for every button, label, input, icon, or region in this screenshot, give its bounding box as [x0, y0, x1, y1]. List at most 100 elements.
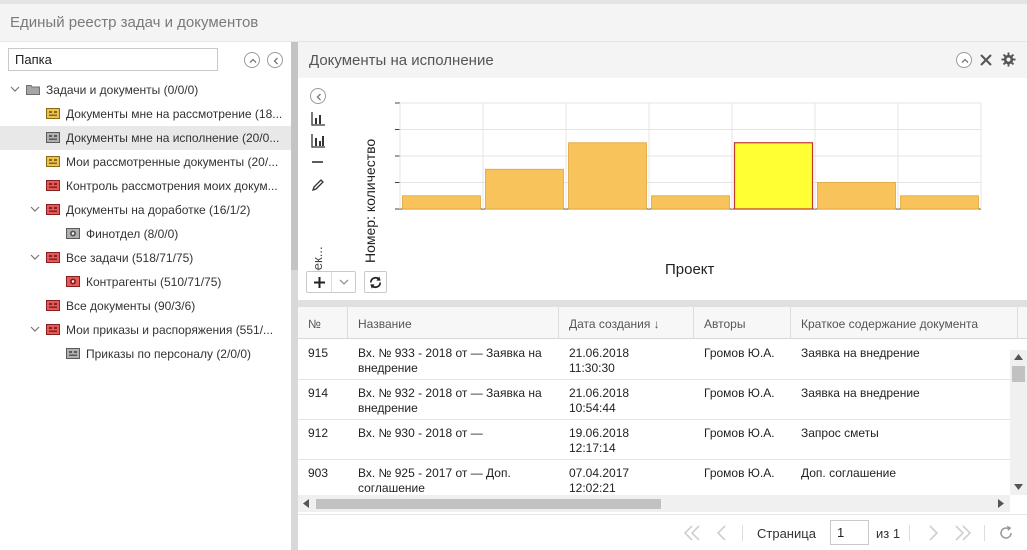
chart-bar[interactable] [651, 195, 730, 210]
tree-item-label: Документы мне на исполнение (20/0... [66, 131, 280, 145]
chevron-down-icon[interactable] [30, 204, 40, 214]
tree-item-label: Все документы (90/3/6) [66, 299, 196, 313]
collapse-left-button[interactable] [267, 52, 283, 68]
refresh-icon[interactable] [996, 523, 1016, 543]
chart-y-axis-label: Номер: количество [362, 138, 378, 263]
cell-summary: Запрос сметы [801, 426, 879, 440]
documents-panel: Документы на исполнение Номер: количеств… [298, 42, 1027, 550]
chart-bar[interactable] [900, 195, 979, 210]
grid-header: № Название Дата создания ↓ Авторы Кратко… [298, 307, 1027, 339]
collapse-up-button[interactable] [244, 52, 260, 68]
grid-horizontal-scrollbar[interactable] [298, 495, 1010, 512]
tree-item[interactable]: Контрагенты (510/71/75) [0, 270, 291, 294]
pager-divider [984, 525, 985, 541]
plus-icon [314, 277, 325, 288]
cell-date: 21.06.2018 11:30:30 [569, 346, 630, 375]
scroll-down-arrow-icon[interactable] [1014, 484, 1023, 490]
cell-name: Вх. № 925 - 2017 от — Доп. соглашение [358, 466, 511, 493]
tree-item[interactable]: Контроль рассмотрения моих докум... [0, 174, 291, 198]
pager-divider [909, 525, 910, 541]
gear-icon[interactable] [1001, 52, 1016, 67]
gray-folder-icon [26, 85, 40, 95]
button-divider [331, 272, 332, 292]
scroll-right-arrow-icon[interactable] [998, 499, 1004, 508]
tree-item-label: Приказы по персоналу (2/0/0) [86, 347, 251, 361]
column-header-date[interactable]: Дата создания ↓ [559, 307, 694, 339]
chart-bar[interactable] [485, 168, 564, 210]
chart-bar[interactable] [402, 195, 481, 210]
tree-item-label: Мои рассмотренные документы (20/... [66, 155, 279, 169]
tree-item[interactable]: Документы мне на рассмотрение (18... [0, 102, 291, 126]
tree-item[interactable]: Приказы по персоналу (2/0/0) [0, 342, 291, 366]
table-row[interactable]: 903 Вх. № 925 - 2017 от — Доп. соглашение… [298, 460, 1010, 493]
column-header-summary[interactable]: Краткое содержание документа [791, 307, 1018, 339]
folder-search-input[interactable] [8, 48, 218, 71]
grid-horizontal-scroll-thumb[interactable] [316, 499, 661, 509]
tree-item[interactable]: Все документы (90/3/6) [0, 294, 291, 318]
tree-item-label: Задачи и документы (0/0/0) [46, 83, 199, 97]
horizontal-splitter[interactable] [298, 300, 1027, 307]
tree-item[interactable]: Документы мне на исполнение (20/0... [0, 126, 291, 150]
pager-divider [742, 525, 743, 541]
tree-item-label: Все задачи (518/71/75) [66, 251, 194, 265]
chevron-down-icon[interactable] [30, 324, 40, 334]
page-count-label: из 1 [876, 526, 901, 541]
cell-date: 21.06.2018 10:54:44 [569, 386, 630, 415]
cell-author: Громов Ю.А. [704, 426, 775, 440]
page-number-input[interactable] [830, 520, 869, 545]
cell-summary: Доп. соглашение [801, 466, 897, 480]
next-page-icon[interactable] [923, 523, 943, 543]
chevron-up-icon [249, 58, 257, 63]
first-page-icon[interactable] [682, 523, 702, 543]
chevron-down-icon[interactable] [30, 252, 40, 262]
red-doc-icon [46, 180, 60, 191]
refresh-icon [369, 276, 382, 289]
app-title: Единый реестр задач и документов [10, 14, 259, 31]
panel-collapse-button[interactable] [956, 52, 972, 68]
tree-item[interactable]: Документы на доработке (16/1/2) [0, 198, 291, 222]
chart-bar[interactable] [817, 182, 896, 210]
close-icon[interactable] [979, 53, 993, 67]
tree-item-label: Документы на доработке (16/1/2) [66, 203, 251, 217]
grid-vertical-scroll-thumb[interactable] [1012, 366, 1025, 382]
tree-item-label: Контроль рассмотрения моих докум... [66, 179, 278, 193]
prev-page-icon[interactable] [712, 523, 732, 543]
cell-date: 19.06.2018 12:17:14 [569, 426, 630, 455]
chart-bar[interactable] [568, 142, 647, 210]
app-header: Единый реестр задач и документов [0, 4, 1027, 42]
table-row[interactable]: 912 Вх. № 930 - 2018 от — 19.06.2018 12:17… [298, 420, 1010, 460]
last-page-icon[interactable] [953, 523, 973, 543]
add-dropdown-button[interactable] [306, 271, 356, 293]
table-row[interactable]: 914 Вх. № 932 - 2018 от — Заявка на внедр… [298, 380, 1010, 420]
chart-bar[interactable] [733, 142, 814, 210]
tree-item[interactable]: Финотдел (8/0/0) [0, 222, 291, 246]
gray-doc-icon [66, 348, 80, 359]
cell-name: Вх. № 933 - 2018 от — Заявка на внедрени… [358, 346, 542, 375]
left-panel-scrollbar[interactable] [291, 42, 298, 270]
gray-gear-icon [66, 228, 80, 239]
tree-item[interactable]: Все задачи (518/71/75) [0, 246, 291, 270]
panel-header: Документы на исполнение [298, 42, 1027, 78]
tree-item[interactable]: Мои приказы и распоряжения (551/... [0, 318, 291, 342]
scroll-up-arrow-icon[interactable] [1014, 354, 1023, 360]
tree-item[interactable]: Мои рассмотренные документы (20/... [0, 150, 291, 174]
grid-vertical-scrollbar[interactable] [1010, 350, 1027, 495]
chevron-down-icon[interactable] [10, 84, 20, 94]
red-doc-icon [46, 204, 60, 215]
documents-grid: № Название Дата создания ↓ Авторы Кратко… [298, 307, 1027, 512]
column-header-authors[interactable]: Авторы [694, 307, 791, 339]
table-row[interactable]: 915 Вх. № 933 - 2018 от — Заявка на внедр… [298, 340, 1010, 380]
yellow-doc-icon [46, 156, 60, 167]
column-header-name[interactable]: Название [348, 307, 559, 339]
pager: Страница из 1 [298, 514, 1027, 550]
cell-number: 915 [308, 346, 329, 360]
red-doc-icon [46, 300, 60, 311]
tree-item[interactable]: Задачи и документы (0/0/0) [0, 78, 291, 102]
chevron-down-icon [339, 279, 349, 285]
red-doc-icon [46, 324, 60, 335]
gray-doc-icon [46, 132, 60, 143]
column-header-number[interactable]: № [298, 307, 348, 339]
refresh-button[interactable] [364, 271, 387, 293]
cell-author: Громов Ю.А. [704, 386, 775, 400]
scroll-left-arrow-icon[interactable] [303, 499, 309, 508]
